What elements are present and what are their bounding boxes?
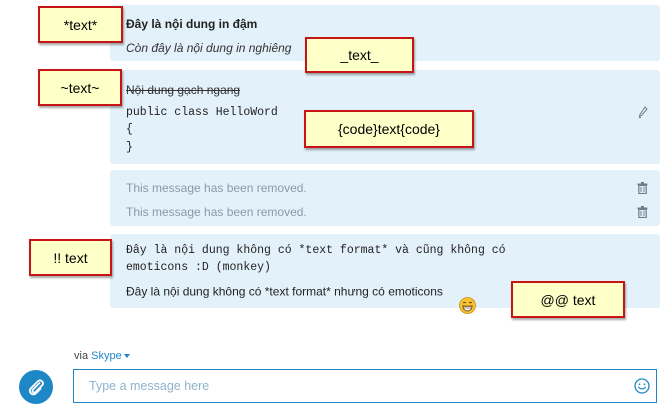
- code-line: public class HelloWord: [126, 106, 278, 119]
- annotation-strikethrough: ~text~: [38, 69, 122, 106]
- message-text-raw: Đây là nội dung không có *text format* v…: [126, 244, 506, 257]
- annotation-noformat-emoticons: @@ text: [511, 281, 625, 318]
- laughing-emoticon-icon: [446, 283, 477, 314]
- trash-icon[interactable]: [637, 182, 648, 194]
- message-text-italic: Còn đây là nội dung in nghiêng: [126, 41, 292, 55]
- trash-icon[interactable]: [637, 206, 648, 218]
- via-skype-label: via Skype: [74, 350, 130, 362]
- annotation-noformat: !! text: [29, 239, 112, 276]
- annotation-italic: _text_: [305, 37, 414, 73]
- via-skype-link[interactable]: Skype: [91, 350, 122, 362]
- message-text-raw: emoticons :D (monkey): [126, 261, 271, 274]
- code-line: }: [126, 141, 133, 154]
- message-text-bold: Đây là nội dung in đậm: [126, 17, 258, 31]
- annotation-code: {code}text{code}: [304, 110, 474, 148]
- annotation-bold: *text*: [38, 6, 123, 43]
- paperclip-icon: [28, 379, 44, 396]
- pencil-icon[interactable]: [638, 106, 648, 118]
- message-input[interactable]: Type a message here: [73, 369, 657, 403]
- message-text: Đây là nội dung không có *text format* n…: [126, 284, 443, 299]
- chevron-down-icon[interactable]: [123, 354, 130, 359]
- removed-message-text: This message has been removed.: [126, 205, 307, 219]
- code-line: {: [126, 123, 133, 136]
- message-input-placeholder: Type a message here: [89, 379, 210, 393]
- attach-button[interactable]: [19, 370, 53, 404]
- message-text-with-emoticon: Đây là nội dung không có *text format* n…: [126, 283, 477, 314]
- removed-message-text: This message has been removed.: [126, 181, 307, 195]
- smiley-icon[interactable]: [634, 378, 650, 397]
- message-bubble[interactable]: This message has been removed. This mess…: [110, 170, 660, 226]
- message-text-strikethrough: Nội dung gạch ngang: [126, 83, 241, 97]
- via-prefix: via: [74, 350, 89, 362]
